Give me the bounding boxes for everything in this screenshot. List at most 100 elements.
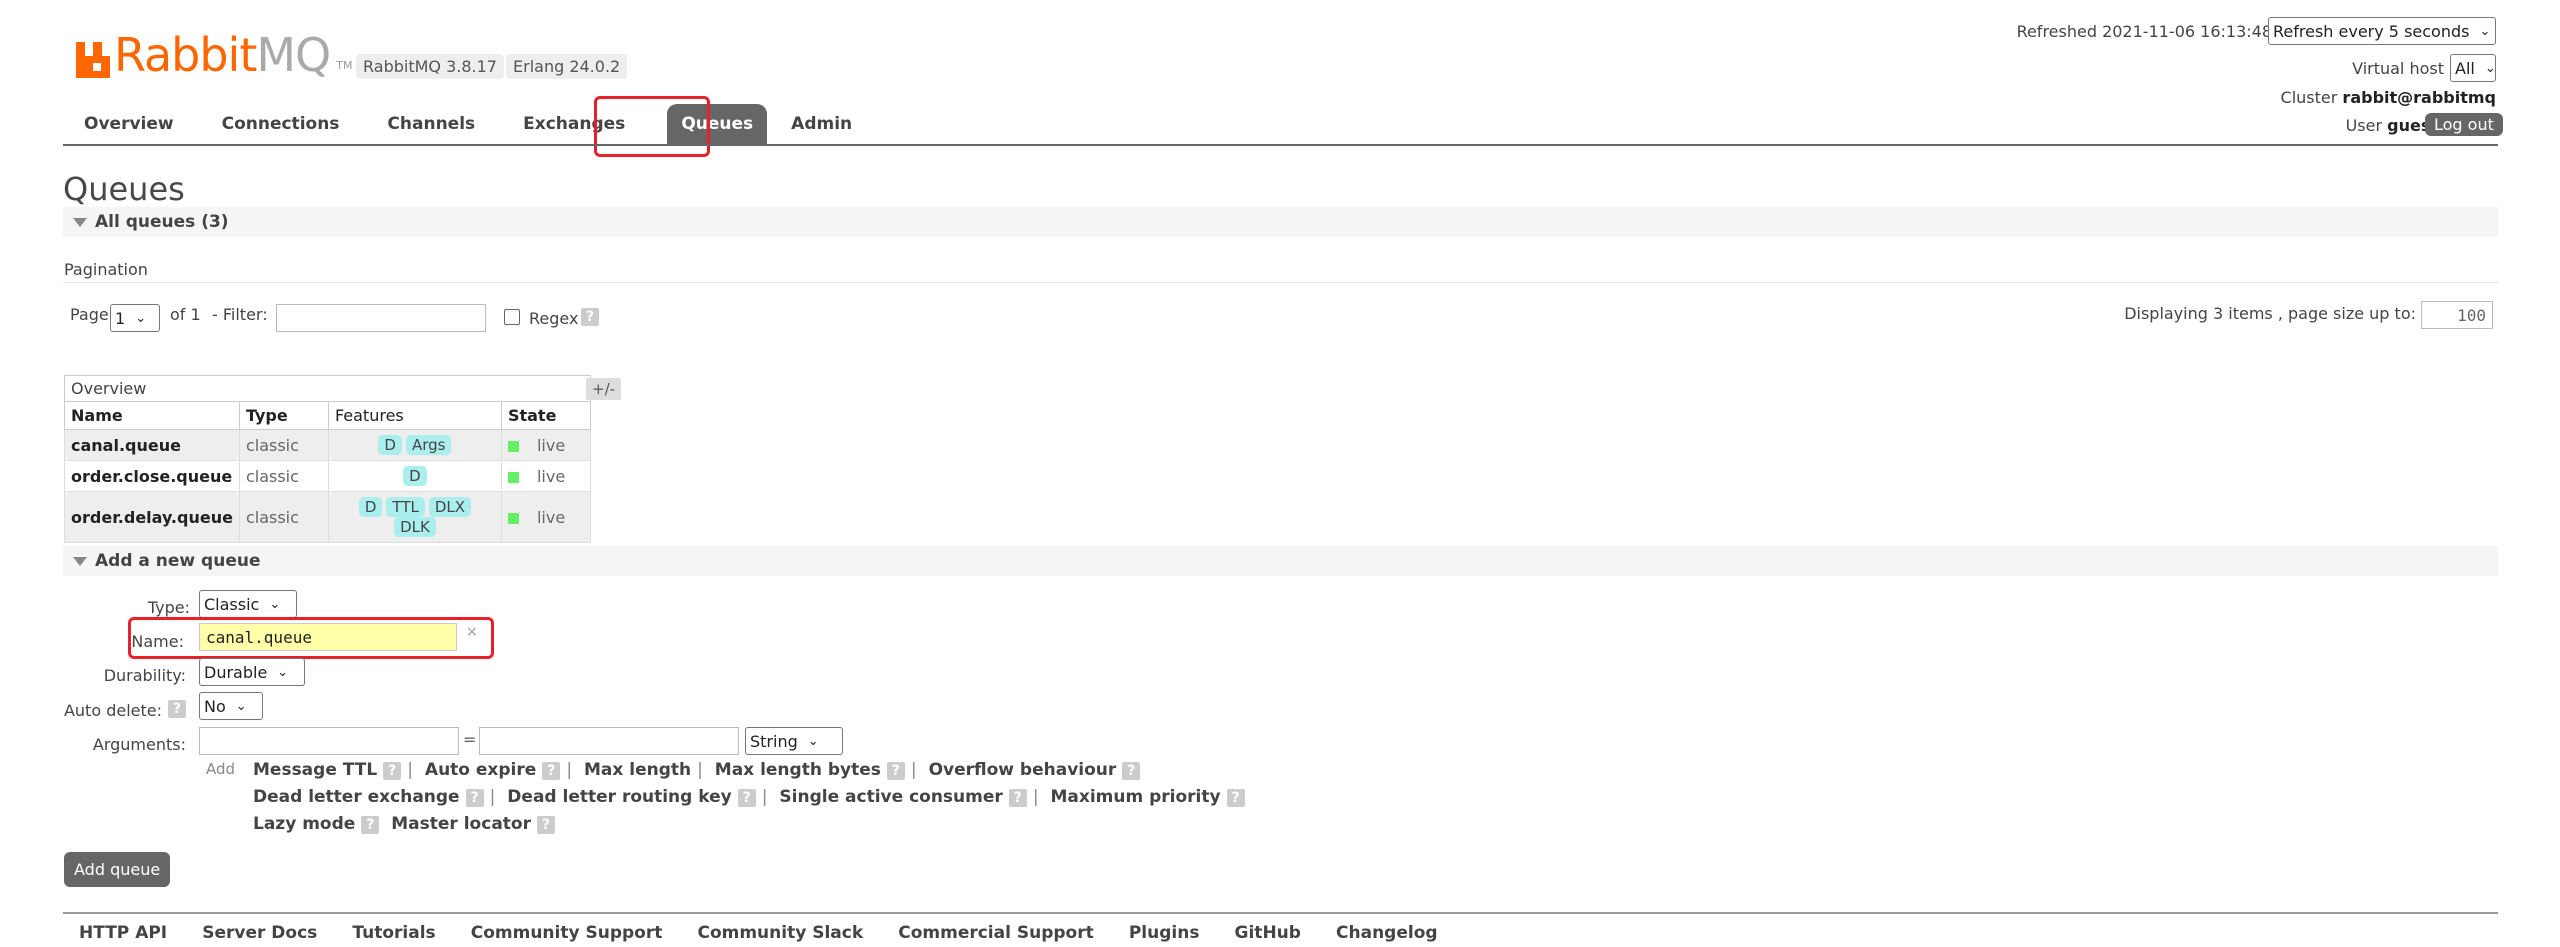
arg-auto-expire[interactable]: Auto expire <box>425 760 536 780</box>
chevron-down-icon: ⌄ <box>277 664 289 680</box>
filter-input[interactable] <box>276 304 486 332</box>
help-icon[interactable]: ? <box>465 789 484 807</box>
column-header-state[interactable]: State <box>500 401 591 430</box>
footer-link-tutorials[interactable]: Tutorials <box>352 923 435 943</box>
arguments-label: Arguments: <box>92 735 186 754</box>
arg-overflow-behaviour[interactable]: Overflow behaviour <box>929 760 1117 780</box>
queue-type: classic <box>238 460 329 492</box>
arg-message-ttl[interactable]: Message TTL <box>253 760 377 780</box>
page-select[interactable]: 1 ⌄ <box>110 304 160 332</box>
help-icon[interactable]: ? <box>1008 789 1027 807</box>
footer-link-community-support[interactable]: Community Support <box>471 923 663 943</box>
help-icon[interactable]: ? <box>361 816 380 834</box>
table-header-row: Name Type Features State <box>64 401 591 430</box>
arg-single-active-consumer[interactable]: Single active consumer <box>779 787 1002 807</box>
arg-lazy-mode[interactable]: Lazy mode <box>253 814 355 834</box>
tab-admin[interactable]: Admin <box>777 104 866 144</box>
help-icon[interactable]: ? <box>536 816 556 834</box>
feature-badge-durable[interactable]: D <box>358 497 383 517</box>
page-size-input[interactable] <box>2421 301 2493 329</box>
footer-link-plugins[interactable]: Plugins <box>1129 923 1200 943</box>
queue-name-link[interactable]: order.delay.queue <box>64 491 240 543</box>
add-queue-button[interactable]: Add queue <box>64 852 171 887</box>
regex-checkbox[interactable] <box>504 309 520 325</box>
table-row[interactable]: order.close.queue classic D live <box>64 460 591 492</box>
state-live-icon <box>507 512 519 524</box>
footer-link-community-slack[interactable]: Community Slack <box>697 923 863 943</box>
auto-delete-help-icon[interactable]: ? <box>168 700 187 718</box>
table-row[interactable]: canal.queue classic D Args live <box>64 429 591 461</box>
queue-name-link[interactable]: order.close.queue <box>64 460 240 492</box>
cluster-info: Cluster rabbit@rabbitmq <box>2280 88 2496 107</box>
chevron-down-icon: ⌄ <box>2479 23 2491 39</box>
add-queue-label: Add a new queue <box>95 551 261 571</box>
queue-name-link[interactable]: canal.queue <box>64 429 240 461</box>
argument-equals: = <box>463 730 477 749</box>
arg-dead-letter-routing-key[interactable]: Dead letter routing key <box>507 787 731 807</box>
auto-delete-select[interactable]: No ⌄ <box>199 692 263 720</box>
argument-value-input[interactable] <box>479 727 739 755</box>
pagination-divider <box>63 282 2498 283</box>
help-icon[interactable]: ? <box>886 762 905 780</box>
feature-badge-durable[interactable]: D <box>403 466 427 486</box>
footer-link-server-docs[interactable]: Server Docs <box>202 923 317 943</box>
queue-features: D TTL DLXDLK <box>327 491 502 543</box>
state-live-icon <box>507 471 519 483</box>
clear-name-icon[interactable]: × <box>466 624 478 640</box>
feature-badge-dlx[interactable]: DLX <box>428 497 472 517</box>
help-icon[interactable]: ? <box>1122 762 1141 780</box>
feature-badge-durable[interactable]: D <box>378 435 402 455</box>
tab-connections[interactable]: Connections <box>208 104 354 144</box>
footer-divider <box>63 912 2498 914</box>
pagination-heading: Pagination <box>64 260 148 279</box>
name-label: Name: <box>131 632 184 651</box>
tab-channels[interactable]: Channels <box>373 104 489 144</box>
page-title: Queues <box>63 170 185 208</box>
arg-dead-letter-exchange[interactable]: Dead letter exchange <box>253 787 460 807</box>
column-header-features[interactable]: Features <box>327 401 502 430</box>
type-label: Type: <box>147 598 190 617</box>
arg-max-length-bytes[interactable]: Max length bytes <box>715 760 881 780</box>
durability-select[interactable]: Durable ⌄ <box>199 658 305 686</box>
footer-link-commercial-support[interactable]: Commercial Support <box>898 923 1094 943</box>
logout-button[interactable]: Log out <box>2425 113 2503 136</box>
refresh-interval-select[interactable]: Refresh every 5 seconds ⌄ <box>2268 17 2496 45</box>
rabbitmq-logo-icon <box>76 42 110 78</box>
queue-features: D Args <box>327 429 502 461</box>
regex-help-icon[interactable]: ? <box>581 308 600 326</box>
argument-type-select[interactable]: String ⌄ <box>745 727 843 755</box>
collapse-triangle-icon <box>73 556 87 566</box>
page-count-label: of 1 <box>170 305 201 324</box>
feature-badge-dlk[interactable]: DLK <box>394 517 436 537</box>
queue-name-input[interactable] <box>199 623 457 651</box>
help-icon[interactable]: ? <box>737 789 756 807</box>
help-icon[interactable]: ? <box>1226 789 1245 807</box>
arg-maximum-priority[interactable]: Maximum priority <box>1050 787 1220 807</box>
tab-overview[interactable]: Overview <box>70 104 188 144</box>
columns-toggle-button[interactable]: +/- <box>586 378 622 400</box>
help-icon[interactable]: ? <box>542 762 561 780</box>
vhost-select[interactable]: All ⌄ <box>2450 54 2496 82</box>
feature-badge-args[interactable]: Args <box>405 435 452 455</box>
add-queue-section-toggle[interactable]: Add a new queue <box>63 546 2498 576</box>
column-header-name[interactable]: Name <box>64 401 240 430</box>
footer-link-changelog[interactable]: Changelog <box>1336 923 1438 943</box>
queues-tab-highlight <box>594 96 710 157</box>
state-live-icon <box>507 440 519 452</box>
queue-type-select[interactable]: Classic ⌄ <box>199 590 297 618</box>
arg-master-locator[interactable]: Master locator <box>391 814 531 834</box>
footer-link-github[interactable]: GitHub <box>1235 923 1301 943</box>
column-header-type[interactable]: Type <box>238 401 329 430</box>
feature-badge-ttl[interactable]: TTL <box>386 497 425 517</box>
arg-max-length[interactable]: Max length <box>584 760 691 780</box>
refreshed-timestamp: Refreshed 2021-11-06 16:13:48 <box>2016 22 2272 41</box>
all-queues-section-toggle[interactable]: All queues (3) <box>63 207 2498 237</box>
help-icon[interactable]: ? <box>383 762 402 780</box>
argument-shortcuts-line3: Lazy mode ? Master locator ? <box>253 814 556 834</box>
queues-table-wrapper: Overview Name Type Features State canal.… <box>64 375 591 543</box>
vhost-label: Virtual host <box>2352 59 2444 78</box>
erlang-version-badge: Erlang 24.0.2 <box>506 54 628 79</box>
footer-link-http-api[interactable]: HTTP API <box>79 923 167 943</box>
argument-key-input[interactable] <box>199 727 459 755</box>
table-row[interactable]: order.delay.queue classic D TTL DLXDLK liv… <box>64 491 591 543</box>
